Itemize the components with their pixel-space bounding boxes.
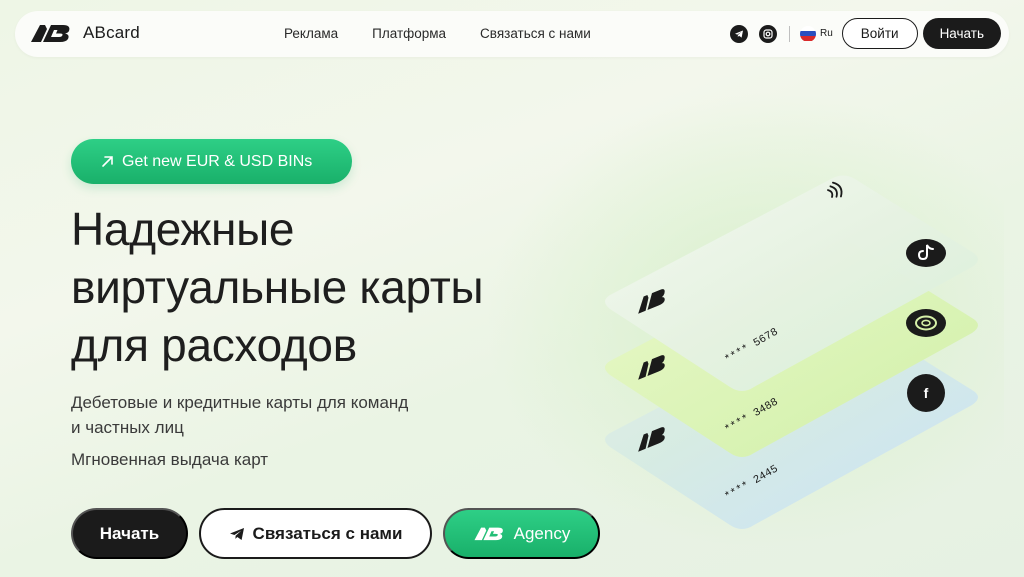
nav-item-ads[interactable]: Реклама — [284, 26, 338, 41]
top-navbar: ABcard Реклама Платформа Связаться с нам… — [15, 11, 1009, 57]
header-start-button[interactable]: Начать — [922, 18, 1001, 49]
hero-title-line: для расходов — [71, 319, 357, 371]
main-nav: Реклама Платформа Связаться с нами — [284, 26, 625, 41]
brand-logo[interactable]: ABcard — [29, 22, 140, 44]
language-label: Ru — [819, 28, 833, 39]
hero-title-line: Надежные — [71, 203, 295, 255]
hero-contact-label: Связаться с нами — [252, 523, 403, 543]
brand-name: ABcard — [83, 23, 140, 42]
instagram-icon — [906, 309, 946, 337]
cards-illustration: **** 2445 f **** 3488 **** 5678 — [605, 175, 978, 529]
nav-item-platform[interactable]: Платформа — [372, 26, 446, 41]
agency-button[interactable]: Agency — [443, 508, 600, 559]
hero-subtitle-line: и частных лиц — [71, 418, 184, 437]
tiktok-icon — [906, 239, 946, 267]
telegram-icon[interactable] — [729, 24, 748, 43]
ab-logo-icon — [31, 25, 70, 42]
hero-contact-button[interactable]: Связаться с нами — [199, 508, 432, 559]
hero-start-button[interactable]: Начать — [71, 508, 188, 559]
new-bins-badge[interactable]: Get new EUR & USD BINs — [71, 139, 352, 184]
ab-logo-icon — [474, 527, 503, 541]
telegram-icon — [229, 527, 244, 540]
nav-item-contact[interactable]: Связаться с нами — [480, 26, 591, 41]
hero-title: Надежные виртуальные карты для расходов — [71, 200, 484, 374]
facebook-glyph: f — [924, 385, 929, 401]
header-actions: Ru Войти Начать — [729, 18, 1001, 49]
header-divider — [788, 25, 790, 42]
instagram-icon[interactable] — [758, 24, 777, 43]
hero-subtitle-instant: Мгновенная выдача карт — [71, 450, 269, 469]
russia-flag-icon — [799, 25, 816, 42]
agency-label: Agency — [513, 523, 571, 543]
new-bins-label: Get new EUR & USD BINs — [122, 152, 313, 170]
hero-subtitle: Дебетовые и кредитные карты для команд и… — [71, 390, 408, 440]
hero-title-line: виртуальные карты — [71, 261, 484, 313]
arrow-up-right-icon — [101, 155, 114, 168]
hero-subtitle-line: Дебетовые и кредитные карты для команд — [71, 393, 409, 412]
language-selector[interactable]: Ru — [799, 25, 833, 42]
login-button[interactable]: Войти — [841, 18, 918, 49]
